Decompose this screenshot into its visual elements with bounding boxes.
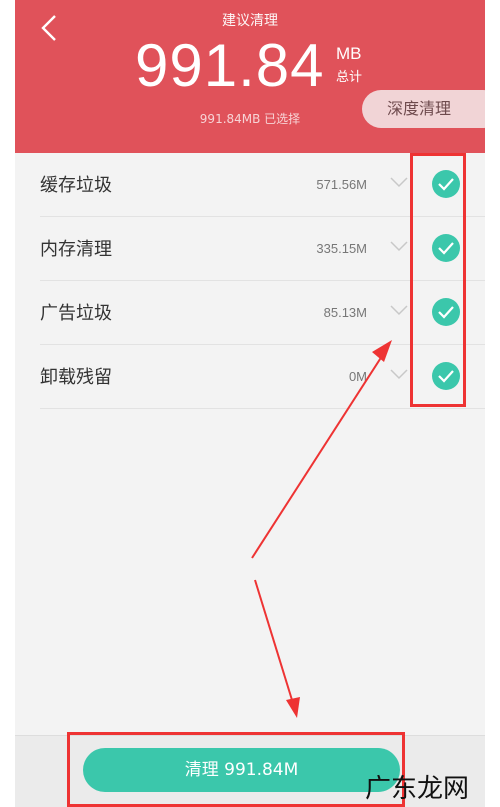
list-item-label: 广告垃圾	[40, 303, 112, 324]
watermark: 广东龙网	[365, 774, 470, 804]
list-item-size: 571.56M	[316, 177, 367, 192]
total-size: 991.84	[135, 32, 325, 99]
list-item-size: 0M	[348, 369, 367, 384]
list-item-label: 缓存垃圾	[40, 175, 112, 196]
annotation-box-checks	[410, 153, 466, 407]
total-label: 总计	[336, 70, 363, 85]
header: 建议清理 991.84 MB 总计 991.84MB 已选择 深度清理	[15, 0, 485, 153]
size-unit: MB	[336, 44, 362, 63]
list-item-label: 卸载残留	[40, 367, 112, 388]
list-item-label: 内存清理	[40, 239, 112, 260]
page-title: 建议清理	[222, 13, 278, 29]
deep-clean-button[interactable]: 深度清理	[362, 90, 485, 128]
list-item-size: 85.13M	[323, 305, 367, 320]
chevron-down-icon[interactable]	[390, 367, 408, 381]
chevron-down-icon[interactable]	[390, 303, 408, 317]
chevron-down-icon[interactable]	[390, 175, 408, 189]
chevron-down-icon[interactable]	[390, 239, 408, 253]
list-item-size: 335.15M	[316, 241, 367, 256]
annotation-box-clean-button	[67, 732, 405, 807]
